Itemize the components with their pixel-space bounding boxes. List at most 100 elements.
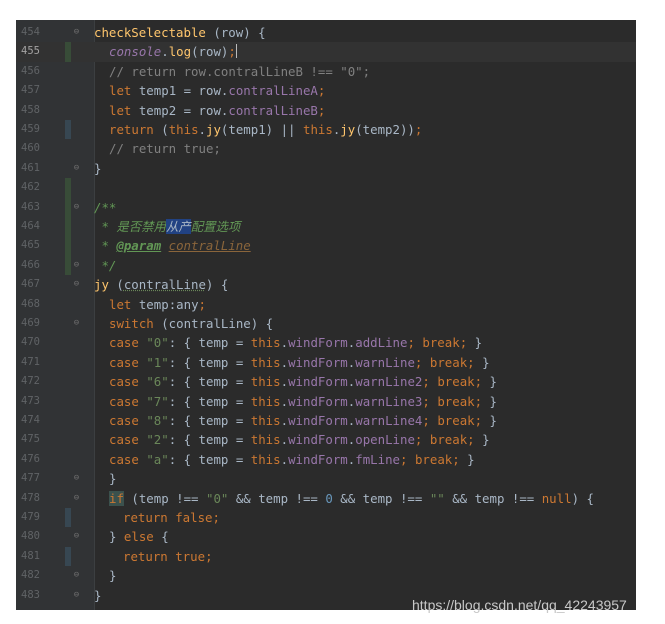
code-text: ; (467, 432, 475, 448)
code-text: log (168, 44, 192, 60)
code-line[interactable]: 477 ⊖ } (16, 469, 636, 488)
code-text: temp:any (131, 296, 199, 312)
code-line[interactable]: 473 case "7": { temp = this.windForm.war… (16, 392, 636, 411)
code-line[interactable]: 463 ⊖ /** (16, 197, 636, 217)
code-text: ; (422, 393, 430, 409)
comment: // return row.contralLineB !== "0"; (109, 63, 371, 79)
code-text: @param (116, 238, 162, 254)
code-line[interactable]: 458 let temp2 = row.contralLineB; (16, 101, 636, 120)
code-line[interactable]: 465 * @param contralLine (16, 236, 636, 256)
code-line[interactable]: 461 ⊖ } (16, 159, 636, 178)
code-text: this (250, 451, 281, 467)
code-line[interactable]: 456 // return row.contralLineB !== "0"; (16, 62, 636, 81)
code-text: break (414, 451, 453, 467)
code-text: temp1 = row. (131, 83, 229, 99)
code-text: this (250, 354, 281, 370)
code-line[interactable]: 482 ⊖ } (16, 566, 636, 585)
code-text: this (302, 122, 333, 137)
code-text: contralLine (168, 238, 251, 254)
code-text: ; (205, 548, 213, 564)
code-text: 配置选项 (190, 219, 241, 234)
code-text: jy (206, 122, 221, 137)
code-text: "1" (146, 354, 169, 370)
code-text: : { temp = (168, 451, 251, 467)
line-number: 463 (21, 200, 40, 213)
code-text: ; (414, 432, 423, 448)
code-line[interactable]: 478 ⊖ if (temp !== "0" && temp !== 0 && … (16, 489, 636, 508)
code-line[interactable]: 457 let temp1 = row.contralLineA; (16, 81, 636, 100)
code-text: let (109, 83, 132, 99)
line-number: 473 (21, 394, 40, 407)
code-text: } (94, 587, 102, 603)
code-text: windForm (288, 451, 348, 467)
code-line[interactable]: 481 return true; (16, 546, 636, 567)
code-line[interactable]: 467 ⊖ jy (contralLine) { (16, 275, 636, 294)
line-number: 467 (21, 278, 40, 291)
code-line[interactable]: 472 case "6": { temp = this.windForm.war… (16, 372, 636, 391)
code-text: . (280, 335, 289, 351)
code-line[interactable]: 479 return false; (16, 508, 636, 528)
code-text: } (482, 374, 498, 390)
fold-marker-icon[interactable]: ⊖ (72, 493, 81, 503)
fold-marker-icon[interactable]: ⊖ (72, 260, 81, 270)
code-line[interactable]: 462 (16, 178, 636, 198)
code-text: "0" (205, 490, 229, 506)
line-number: 468 (21, 297, 40, 310)
code-line[interactable]: 454 ⊖ checkSelectable (row) { (16, 23, 636, 42)
code-line[interactable]: 471 case "1": { temp = this.windForm.war… (16, 353, 636, 372)
fold-marker-icon[interactable]: ⊖ (72, 163, 81, 173)
code-text: ; (400, 451, 408, 467)
code-line[interactable]: 470 case "0": { temp = this.windForm.add… (16, 333, 636, 352)
code-line[interactable]: 460 // return true; (16, 139, 636, 158)
code-text: windForm (288, 335, 348, 351)
code-text: (contralLine) { (153, 316, 274, 331)
code-line[interactable]: 469 ⊖ switch (contralLine) { (16, 314, 636, 333)
fold-marker-icon[interactable]: ⊖ (72, 279, 81, 289)
code-line[interactable]: 480 ⊖ } else { (16, 527, 636, 546)
code-text: && temp !== (332, 490, 430, 506)
code-line[interactable]: 466 ⊖ */ (16, 255, 636, 276)
method-name: checkSelectable (94, 25, 206, 40)
code-text: null (541, 490, 572, 506)
code-text: && temp !== (228, 490, 326, 506)
line-number: 461 (21, 161, 40, 174)
code-text: return true (123, 548, 206, 564)
fold-marker-icon[interactable]: ⊖ (72, 590, 81, 600)
code-text: ; (474, 413, 483, 428)
code-text: console (109, 44, 162, 60)
line-number: 462 (21, 181, 40, 194)
code-text: let (109, 102, 132, 118)
fold-marker-icon[interactable]: ⊖ (72, 318, 81, 328)
code-line-current[interactable]: 455 console.log(row); (16, 42, 636, 62)
fold-marker-icon[interactable]: ⊖ (72, 473, 81, 483)
line-number: 459 (21, 123, 40, 135)
vcs-modified-marker (65, 546, 71, 567)
code-editor[interactable]: 454 ⊖ checkSelectable (row) { 455 consol… (16, 20, 636, 610)
code-text: (temp1) || (220, 122, 303, 137)
line-number: 481 (21, 549, 40, 562)
code-text: ; (467, 354, 475, 370)
fold-marker-icon[interactable]: ⊖ (72, 570, 81, 580)
code-line[interactable]: 459 return (this.jy(temp1) || this.jy(te… (16, 120, 636, 140)
code-line[interactable]: 474 case "8": { temp = this.windForm.war… (16, 411, 636, 430)
line-number: 456 (21, 64, 40, 77)
fold-marker-icon[interactable]: ⊖ (72, 202, 81, 212)
fold-marker-icon[interactable]: ⊖ (72, 27, 81, 37)
code-text: ; (317, 102, 326, 118)
code-text: : { temp = (168, 374, 251, 390)
vcs-modified-marker (65, 508, 71, 528)
line-number: 457 (21, 84, 40, 97)
code-line[interactable]: 475 case "2": { temp = this.windForm.ope… (16, 430, 636, 449)
code-text: "a" (146, 451, 169, 467)
line-number: 477 (21, 472, 40, 485)
code-text: } (109, 471, 117, 487)
code-line[interactable]: 464 * 是否禁用从产配置选项 (16, 217, 636, 237)
code-line[interactable]: 476 case "a": { temp = this.windForm.fmL… (16, 450, 636, 469)
text-caret (235, 44, 237, 59)
code-line[interactable]: 468 let temp:any; (16, 295, 636, 314)
fold-marker-icon[interactable]: ⊖ (72, 531, 81, 541)
doc-comment: */ (94, 257, 117, 273)
code-text: ( (153, 122, 169, 137)
code-text: this (250, 374, 281, 390)
